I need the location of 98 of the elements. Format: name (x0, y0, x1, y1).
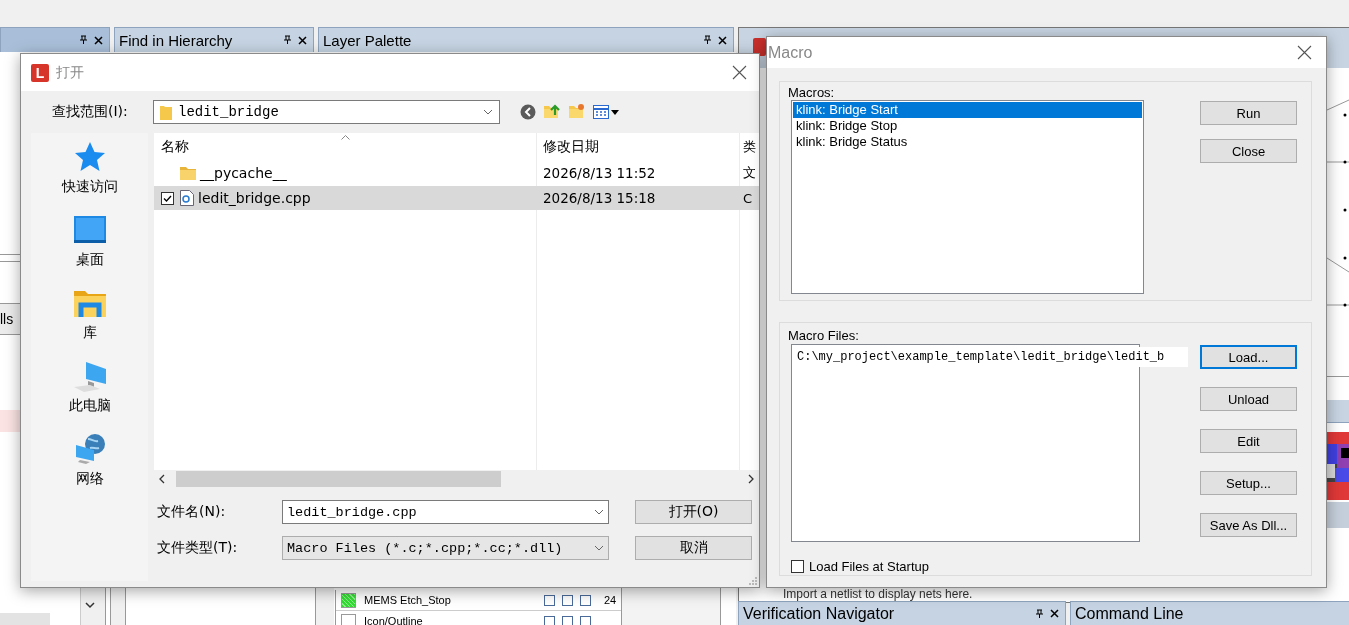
list-item[interactable]: klink: Bridge Status (793, 134, 1142, 150)
chevron-down-icon (594, 545, 604, 551)
list-item[interactable]: klink: Bridge Start (793, 102, 1142, 118)
column-header[interactable]: 名称 (154, 137, 536, 156)
up-folder-icon (543, 103, 561, 121)
layer-checkbox[interactable] (580, 615, 591, 625)
close-button[interactable]: Close (1200, 139, 1297, 163)
panel-header (1327, 400, 1349, 423)
table-cell-text: C (742, 190, 754, 206)
run-button[interactable]: Run (1200, 101, 1297, 125)
open-button[interactable]: 打开(O) (635, 500, 752, 524)
file-name: __pycache__ (200, 165, 287, 181)
scroll-down-icon (85, 602, 95, 609)
group-label: Macro Files: (788, 327, 860, 344)
file-row[interactable]: ledit_bridge.cpp 2026/8/13 15:18 C (154, 186, 759, 210)
panel-tab[interactable]: Verification Navigator (738, 601, 1066, 625)
panel-background (0, 613, 50, 625)
app-logo: L (31, 63, 49, 82)
file-action-button[interactable]: Load... (1200, 345, 1297, 369)
folder-icon (160, 104, 172, 120)
table-cell-text: 文 (742, 164, 757, 182)
chevron-down-icon (483, 109, 493, 115)
file-name: ledit_bridge.cpp (198, 190, 311, 206)
close-icon (298, 35, 307, 45)
group-label: Macros: (788, 86, 836, 100)
column-header[interactable]: 修改日期 (536, 137, 739, 156)
highlighted-row (0, 410, 22, 432)
sort-up-icon (341, 135, 350, 140)
new-folder-button[interactable] (568, 103, 586, 121)
close-button[interactable] (1297, 45, 1312, 60)
view-menu-button[interactable] (593, 105, 621, 119)
window-title: 打开 (56, 63, 84, 82)
layer-checkbox[interactable] (562, 594, 573, 606)
close-icon (1297, 45, 1312, 60)
file-action-button[interactable]: Setup... (1200, 471, 1297, 495)
file-name-field[interactable]: ledit_bridge.cpp (282, 500, 609, 524)
close-icon (718, 35, 727, 45)
close-icon (732, 65, 747, 80)
file-row[interactable]: __pycache__ 2026/8/13 11:52 文 (154, 161, 759, 185)
layer-number: 24 (604, 594, 617, 606)
back-button[interactable] (520, 104, 536, 120)
hint-text: Import a netlist to display nets here. (783, 588, 973, 601)
layer-checkbox[interactable] (544, 594, 555, 606)
back-icon (520, 104, 536, 120)
layer-checkbox[interactable] (580, 594, 591, 606)
file-date: 2026/8/13 15:18 (542, 190, 657, 206)
pin-icon (703, 35, 712, 45)
close-button[interactable] (732, 65, 747, 80)
app-icon (753, 38, 766, 56)
panel-tab[interactable]: Layer Palette (318, 27, 734, 52)
column-header[interactable]: 类 (739, 137, 759, 156)
folder-dropdown[interactable]: ledit_bridge (153, 100, 500, 124)
panel-tab[interactable]: lls (0, 303, 22, 335)
file-action-button[interactable]: Save As Dll... (1200, 513, 1297, 537)
file-date: 2026/8/13 11:52 (542, 165, 657, 181)
cancel-button[interactable]: 取消 (635, 536, 752, 560)
sidebar-item[interactable]: 库 (31, 287, 148, 360)
panel-tab[interactable]: Command Line (1070, 601, 1349, 625)
source-file-icon (180, 190, 194, 206)
sidebar-item[interactable]: 网络 (31, 433, 148, 506)
sidebar-item[interactable]: 此电脑 (31, 360, 148, 433)
globe-icon (73, 433, 106, 465)
resize-grip-icon (748, 576, 757, 585)
layer-name: MEMS Etch_Stop (364, 594, 452, 606)
layer-checkbox[interactable] (544, 615, 555, 625)
panel-tab[interactable] (0, 27, 110, 52)
sidebar-item[interactable]: 桌面 (31, 214, 148, 287)
checkbox-label: Load Files at Startup (809, 559, 929, 574)
list-item[interactable]: klink: Bridge Stop (793, 118, 1142, 134)
folder-icon (180, 166, 196, 180)
close-icon (1050, 609, 1059, 618)
panel-header (1327, 502, 1349, 528)
close-icon (94, 35, 103, 45)
sidebar-item[interactable]: 快速访问 (31, 141, 148, 214)
view-grid-icon (593, 105, 621, 119)
field-label: 文件名(N): (156, 503, 227, 521)
field-label: 文件类型(T): (156, 539, 239, 557)
monitor-icon (73, 214, 106, 246)
pin-icon (79, 35, 88, 45)
file-action-button[interactable]: Edit (1200, 429, 1297, 453)
chevron-down-icon (594, 509, 604, 515)
file-type-dropdown[interactable]: Macro Files (*.c;*.cpp;*.cc;*.dll) (282, 536, 609, 560)
checkbox[interactable] (791, 560, 804, 573)
new-folder-icon (568, 103, 586, 121)
computer-icon (73, 360, 106, 392)
scrollbar[interactable] (80, 588, 106, 625)
pin-icon (1035, 608, 1044, 619)
file-action-button[interactable]: Unload (1200, 387, 1297, 411)
layer-checkbox[interactable] (562, 615, 573, 625)
star-icon (73, 141, 106, 173)
layer-name: Icon/Outline (364, 615, 424, 625)
field-label: 查找范围(I): (51, 103, 129, 121)
layout-drawing (1327, 432, 1349, 500)
macro-list[interactable]: klink: Bridge Start klink: Bridge Stop klink: Bridge Status (791, 100, 1144, 294)
panel-tab[interactable]: Find in Hierarchy (114, 27, 314, 52)
pin-icon (283, 35, 292, 45)
window-title: Macro (768, 43, 813, 62)
up-folder-button[interactable] (543, 103, 561, 121)
